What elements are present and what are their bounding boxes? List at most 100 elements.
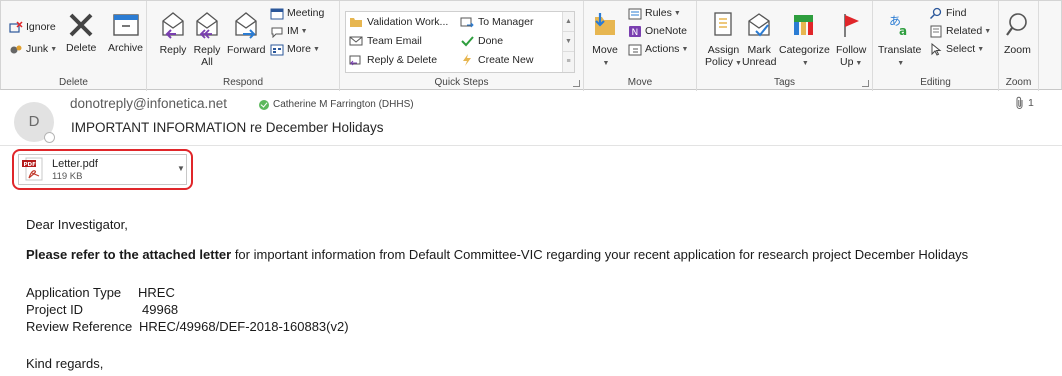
move-folder-icon — [595, 13, 615, 35]
ribbon: Ignore Junk ▼ Delete Archive Delete Reply… — [0, 0, 1062, 91]
reply-all-button[interactable]: Reply All — [192, 11, 222, 68]
onenote-icon: N — [629, 25, 641, 38]
attachment-name: Letter.pdf — [52, 158, 98, 170]
editing-group-label: Editing — [920, 77, 951, 88]
forward-icon — [235, 12, 257, 39]
message-subject: IMPORTANT INFORMATION re December Holida… — [71, 120, 384, 135]
related-icon — [930, 25, 942, 37]
quick-step-create-new[interactable]: Create New — [460, 54, 533, 66]
mark-unread-button[interactable]: Mark Unread — [742, 11, 776, 68]
detail-review-reference: Review Reference HREC/49968/DEF-2018-1608… — [26, 319, 349, 334]
attachment-card[interactable]: PDF Letter.pdf 119 KB ▼ — [18, 154, 187, 185]
body-paragraph-rest: for important information from Default C… — [231, 247, 969, 262]
sender-address[interactable]: donotreply@infonetica.net — [70, 96, 227, 111]
more-respond-button[interactable]: More ▼ — [270, 41, 320, 57]
onenote-button[interactable]: N OneNote — [628, 23, 687, 39]
reply-icon — [162, 12, 184, 39]
greeting: Dear Investigator, — [26, 217, 128, 232]
junk-button[interactable]: Junk ▼ — [9, 41, 57, 57]
respond-group-label: Respond — [222, 77, 264, 88]
paperclip-icon — [1016, 96, 1023, 109]
zoom-group: Zoom Zoom — [999, 1, 1039, 91]
quick-step-team-email[interactable]: Team Email — [349, 35, 422, 47]
categorize-button[interactable]: Categorize ▼ — [779, 11, 830, 70]
move-button[interactable]: Move ▼ — [592, 11, 618, 70]
pdf-icon: PDF — [22, 157, 43, 181]
assign-policy-button[interactable]: Assign Policy ▼ — [705, 11, 742, 70]
lightning-icon — [463, 54, 471, 66]
attachment-count[interactable]: 1 — [1015, 96, 1034, 110]
header-divider — [0, 145, 1062, 146]
recipient[interactable]: Catherine M Farrington (DHHS) — [259, 99, 414, 110]
attachment-size: 119 KB — [52, 171, 83, 182]
mark-unread-icon — [748, 13, 770, 37]
tags-launcher[interactable] — [862, 80, 869, 87]
quick-step-reply-delete[interactable]: Reply & Delete — [349, 54, 437, 66]
quick-step-to-manager[interactable]: To Manager — [460, 16, 533, 28]
forward-mail-icon — [460, 17, 474, 28]
flag-icon — [844, 14, 860, 37]
forward-button[interactable]: Forward — [227, 11, 266, 56]
meeting-icon — [270, 8, 284, 19]
zoom-icon — [1006, 13, 1028, 36]
archive-button[interactable]: Archive — [108, 11, 143, 54]
delete-x-icon — [69, 13, 93, 37]
move-group-label: Move — [627, 77, 653, 88]
closing: Kind regards, — [26, 356, 104, 371]
archive-icon — [112, 14, 139, 36]
select-button[interactable]: Select ▼ — [929, 41, 984, 57]
select-cursor-icon — [931, 42, 942, 56]
tags-group: Assign Policy ▼ Mark Unread Categorize ▼ F… — [697, 1, 873, 91]
actions-icon — [628, 44, 642, 55]
ignore-icon — [9, 20, 23, 33]
zoom-group-label: Zoom — [1005, 77, 1032, 88]
quick-step-validation[interactable]: Validation Work... — [349, 16, 448, 28]
expand-gallery-icon[interactable]: ≡ — [563, 52, 574, 72]
ignore-button[interactable]: Ignore — [9, 19, 56, 35]
quick-steps-group-label: Quick Steps — [434, 77, 489, 88]
im-button[interactable]: IM ▼ — [270, 23, 308, 39]
follow-up-button[interactable]: Follow Up ▼ — [836, 11, 866, 70]
more-icon — [270, 44, 284, 55]
svg-text:N: N — [632, 28, 639, 38]
scroll-down-icon[interactable]: ▼ — [563, 32, 574, 52]
team-email-icon — [349, 36, 363, 46]
actions-button[interactable]: Actions ▼ — [628, 41, 688, 57]
tags-group-label: Tags — [773, 77, 796, 88]
scroll-up-icon[interactable]: ▲ — [563, 12, 574, 32]
policy-icon — [714, 12, 733, 36]
quick-step-done[interactable]: Done — [460, 35, 503, 47]
find-button[interactable]: Find — [929, 5, 966, 21]
body-paragraph: Please refer to the attached letter for … — [26, 247, 968, 262]
translate-icon: あa — [889, 14, 907, 38]
rules-icon — [628, 8, 642, 19]
respond-group: Reply Reply All Forward Meeting IM ▼ More… — [147, 1, 340, 91]
junk-icon — [10, 45, 22, 53]
delete-button[interactable]: Delete — [66, 11, 96, 54]
quick-steps-gallery: Validation Work... To Manager Team Email… — [345, 11, 575, 73]
reply-all-icon — [196, 12, 218, 39]
presence-available-icon — [259, 99, 269, 110]
body-paragraph-bold: Please refer to the attached letter — [26, 247, 232, 262]
presence-indicator — [44, 132, 55, 143]
reply-button[interactable]: Reply — [158, 11, 188, 56]
delete-group-label: Delete — [59, 77, 88, 88]
categorize-icon — [794, 15, 814, 35]
attachment-dropdown-icon[interactable]: ▼ — [177, 164, 185, 173]
rules-button[interactable]: Rules ▼ — [628, 5, 681, 21]
recipient-name: Catherine M Farrington (DHHS) — [273, 99, 414, 110]
move-group: Move ▼ Rules ▼ N OneNote Actions ▼ Move — [584, 1, 697, 91]
svg-text:a: a — [899, 24, 907, 38]
quick-steps-scrollbar[interactable]: ▲ ▼ ≡ — [562, 12, 574, 72]
checkmark-icon — [461, 36, 474, 47]
zoom-button[interactable]: Zoom — [1004, 11, 1031, 56]
translate-button[interactable]: あa Translate ▼ — [878, 11, 921, 70]
related-button[interactable]: Related ▼ — [929, 23, 991, 39]
folder-move-icon — [350, 18, 362, 27]
editing-group: あa Translate ▼ Find Related ▼ Select ▼ Edit… — [873, 1, 999, 91]
quick-steps-launcher[interactable] — [573, 80, 580, 87]
meeting-button[interactable]: Meeting — [270, 5, 324, 21]
im-icon — [271, 27, 283, 38]
delete-group: Ignore Junk ▼ Delete Archive Delete — [1, 1, 147, 91]
detail-project-id: Project ID 49968 — [26, 302, 179, 317]
